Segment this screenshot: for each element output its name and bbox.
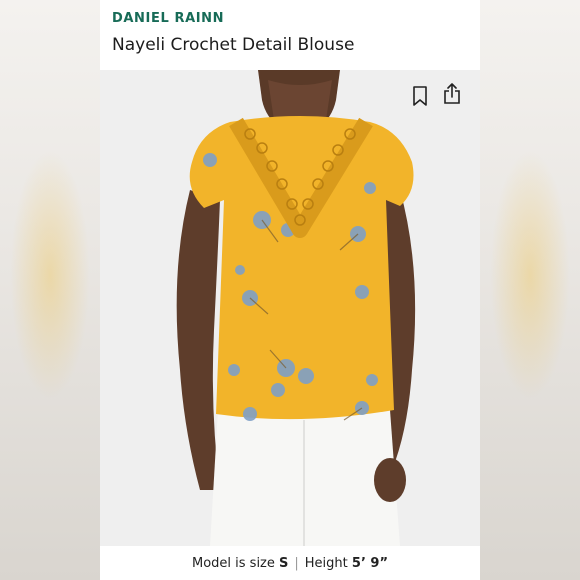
size-value: S: [279, 555, 289, 571]
background-blur-right: [480, 0, 580, 580]
height-label: Height: [304, 555, 348, 571]
caption-divider: |: [294, 555, 299, 571]
background-blur-left: [0, 0, 100, 580]
share-icon[interactable]: [440, 82, 464, 106]
size-label: Model is size: [191, 555, 275, 571]
height-value: 5’ 9”: [351, 555, 389, 571]
product-card: DANIEL RAINN Nayeli Crochet Detail Blous…: [100, 0, 480, 580]
model-info-caption: Model is size S | Height 5’ 9”: [100, 546, 480, 580]
brand-name[interactable]: DANIEL RAINN: [112, 11, 224, 26]
bookmark-icon[interactable]: [408, 84, 432, 108]
product-title: Nayeli Crochet Detail Blouse: [112, 35, 355, 55]
product-photo[interactable]: [100, 70, 480, 546]
